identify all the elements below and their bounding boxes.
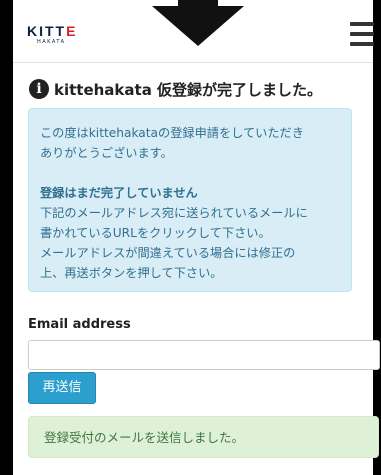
info-line: ありがとうございます。 (40, 146, 173, 160)
email-field[interactable] (28, 340, 380, 370)
logo-text: KITT (27, 23, 67, 39)
info-line: 上、再送ボタンを押して下さい。 (40, 266, 223, 280)
left-frame-border (0, 0, 13, 475)
info-line: 下記のメールアドレス宛に送られているメールに (40, 206, 308, 220)
resend-button[interactable]: 再送信 (28, 372, 96, 404)
info-line: メールアドレスが間違えている場合には修正の (40, 246, 296, 260)
down-arrow-icon (152, 0, 244, 46)
hamburger-menu-icon[interactable] (350, 22, 374, 48)
email-label: Email address (28, 317, 131, 332)
page-title: kittehakata 仮登録が完了しました。 (54, 81, 323, 99)
info-alert-box: この度はkittehakataの登録申請をしていただき ありがとうございます。 … (28, 108, 352, 292)
info-line: 書かれているURLをクリックして下さい。 (40, 226, 271, 240)
logo-subtext: HAKATA (37, 39, 66, 45)
info-line: この度はkittehakataの登録申請をしていただき (40, 126, 304, 140)
logo-text-e: E (66, 23, 78, 39)
info-heading: 登録はまだ完了していません (40, 186, 198, 200)
success-alert: 登録受付のメールを送信しました。 (28, 416, 379, 458)
kitte-logo[interactable]: KITTE HAKATA (27, 24, 77, 45)
info-circle-icon: i (29, 79, 49, 99)
right-frame-border (373, 0, 381, 475)
page-title-row: i kittehakata 仮登録が完了しました。 (29, 78, 369, 100)
